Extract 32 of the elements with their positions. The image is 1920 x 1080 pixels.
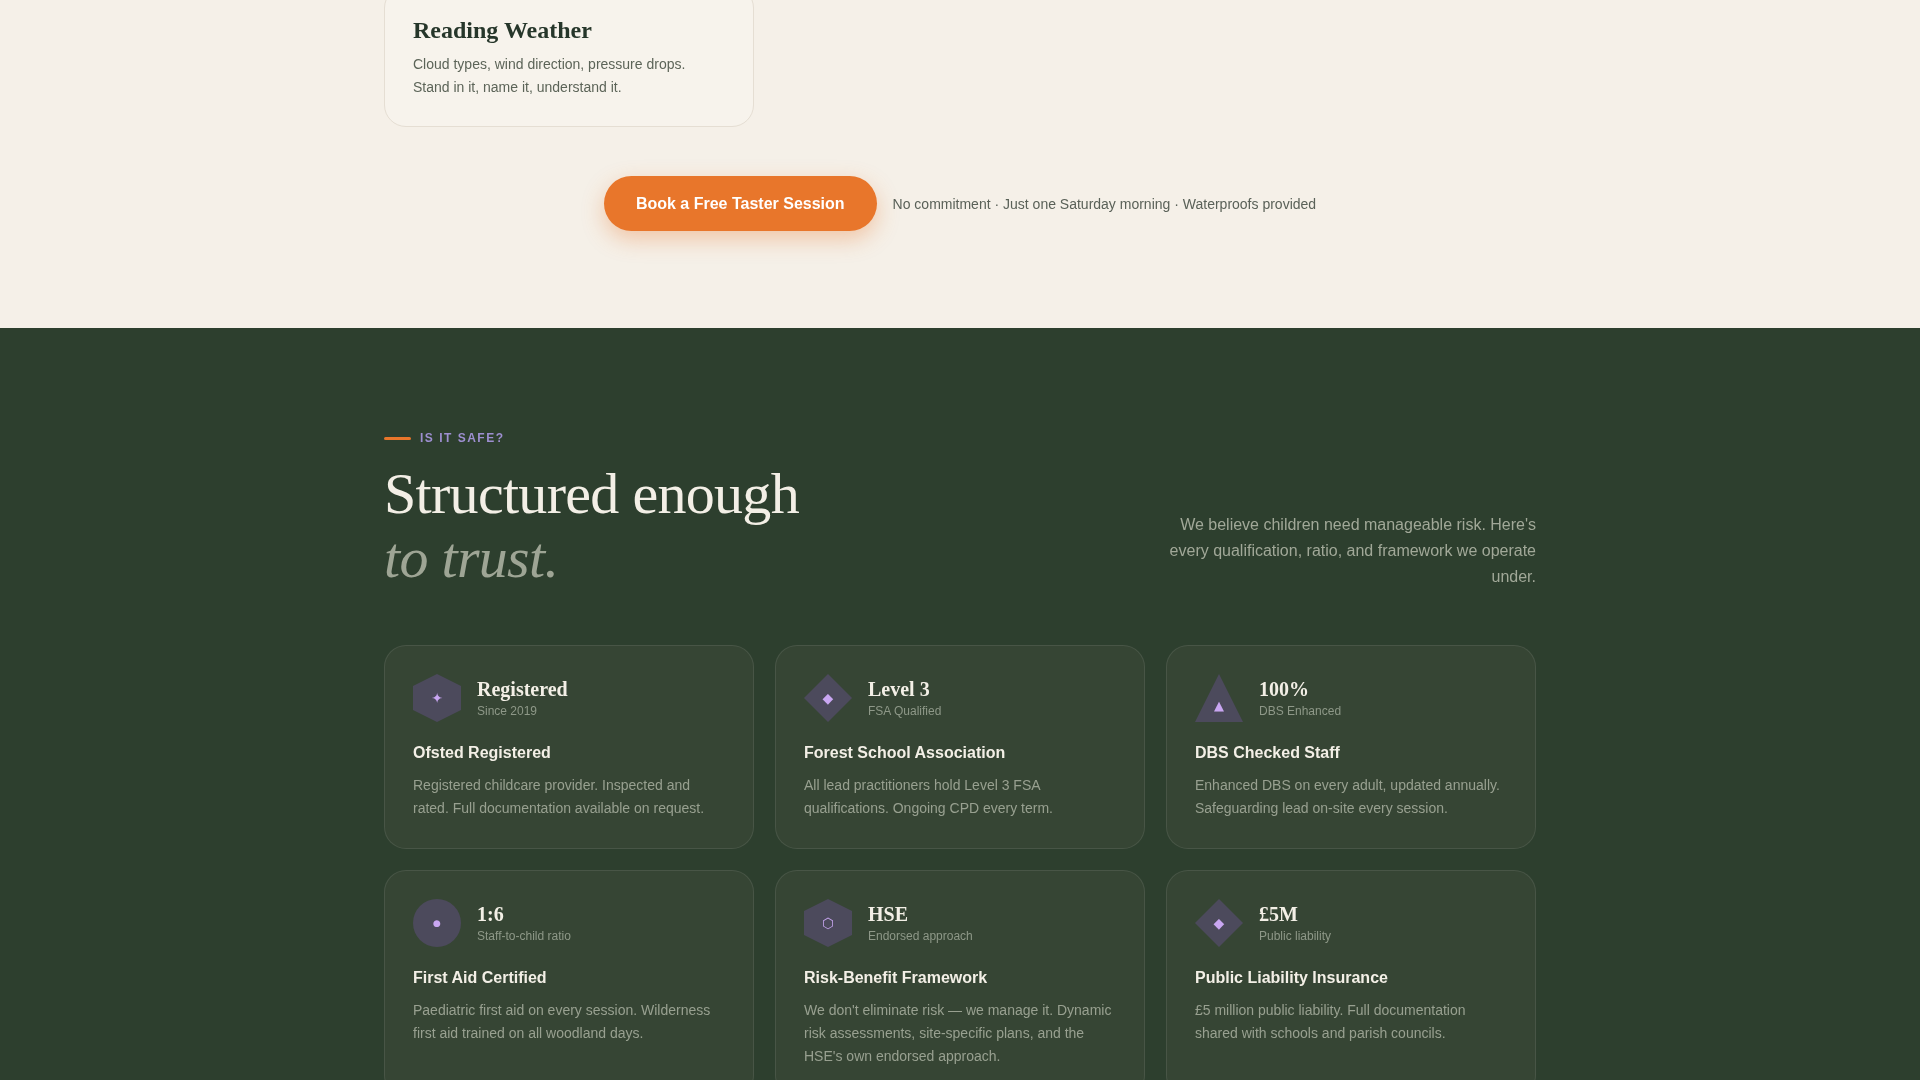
stat-value: 1:6 [477, 902, 505, 927]
stat-label: Staff-to-child ratio [477, 928, 571, 945]
stat-value: £5M [1259, 902, 1299, 927]
card-description: Cloud types, wind direction, pressure drops. Stand in it, name it, understand it. [413, 55, 687, 97]
card-description: Registered childcare provider. Inspected and rated. Full documentation available on request. [413, 776, 706, 818]
card-description: Paediatric first aid on every session. Wilderness first aid trained on all woodland days. [413, 1001, 712, 1043]
stat-value: HSE [868, 902, 910, 927]
card-title: Ofsted Registered [413, 743, 552, 763]
stat-label: DBS Enhanced [1259, 703, 1342, 720]
card-title: Forest School Association [804, 743, 1007, 763]
stat-value: Level 3 [868, 677, 931, 702]
card-description: £5 million public liability. Full documentation shared with schools and parish councils. [1195, 1001, 1467, 1043]
stat-label: Public liability [1259, 928, 1332, 945]
stat-label: Since 2019 [477, 703, 539, 720]
card-title: First Aid Certified [413, 968, 548, 988]
book-session-button[interactable]: Book a Free Taster Session [603, 176, 877, 231]
card-description: All lead practitioners hold Level 3 FSA qualifications. Ongoing CPD every term. [804, 776, 1054, 818]
cta-note: No commitment · Just one Saturday morning · Waterproofs provided [892, 194, 1317, 214]
card-title: DBS Checked Staff [1195, 743, 1341, 763]
accent-line [384, 436, 411, 440]
card-title: Public Liability Insurance [1195, 968, 1389, 988]
stat-value: 100% [1259, 677, 1310, 702]
card-title: Risk-Benefit Framework [804, 968, 989, 988]
stat-label: FSA Qualified [868, 703, 942, 720]
card-description: Enhanced DBS on every adult, updated annually. Safeguarding lead on-site every session. [1195, 776, 1501, 818]
card-description: We don't eliminate risk — we manage it. Dynamic risk assessments, site-specific plans, and the HSE's own endorsed approach. [804, 1001, 1113, 1066]
section-heading: Structured enough to trust. [384, 462, 799, 590]
section-eyebrow: IS IT SAFE? [420, 430, 505, 446]
stat-value: Registered [477, 677, 568, 702]
card-title: Reading Weather [413, 16, 593, 45]
stat-label: Endorsed approach [868, 928, 973, 945]
section-intro: We believe children need manageable risk. Here's every qualification, ratio, and framework we operate under. [1168, 515, 1536, 587]
